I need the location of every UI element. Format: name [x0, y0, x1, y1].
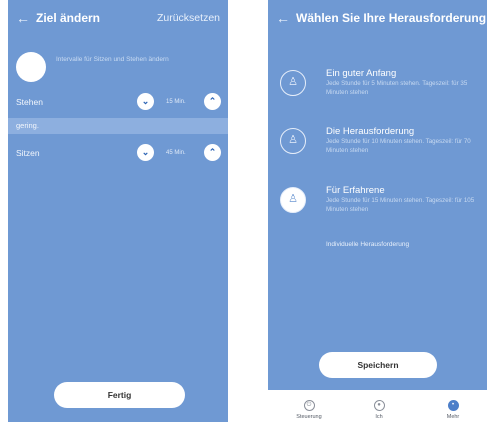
sitting-label: Sitzen [16, 148, 40, 158]
nav-label: Ich [375, 414, 383, 420]
standing-increase-chevron-up-icon[interactable]: ⌃ [204, 93, 221, 110]
standing-desk-icon: ♙ [280, 187, 306, 213]
reset-button[interactable]: Zurücksetzen [157, 12, 220, 24]
nav-label: Mehr [446, 414, 460, 420]
back-arrow-icon[interactable]: ← [276, 10, 290, 26]
standing-value: 15 Min. [166, 99, 186, 105]
option-description: Jede Stunde für 5 Minuten stehen. Tagesz… [326, 80, 468, 96]
sitting-increase-chevron-up-icon[interactable]: ⌃ [204, 144, 221, 161]
bottom-nav: ⏻ Steuerung ● Ich • Mehr [268, 390, 487, 422]
more-icon: • [447, 400, 459, 411]
option-title: Die Herausforderung [326, 126, 415, 137]
page-title: Wählen Sie Ihre Herausforderung [296, 11, 487, 25]
done-button[interactable]: Fertig [54, 382, 185, 408]
power-icon: ⏻ [303, 400, 315, 411]
option-description: Jede Stunde für 15 Minuten stehen. Tages… [326, 197, 475, 213]
save-button[interactable]: Speichern [319, 352, 437, 378]
challenge-screen: ← Wählen Sie Ihre Herausforderung ♙ Ein … [268, 0, 487, 422]
custom-challenge-link[interactable]: Individuelle Herausforderung [326, 241, 409, 248]
section-band: gering. [8, 118, 228, 134]
sitting-value: 45 Min. [166, 150, 186, 156]
option-description: Jede Stunde für 10 Minuten stehen. Tages… [326, 138, 471, 154]
standing-desk-icon: ♙ [280, 70, 306, 96]
person-icon: ● [373, 400, 385, 411]
standing-desk-icon: ♙ [280, 128, 306, 154]
nav-item-ich[interactable]: ● Ich [354, 393, 404, 420]
top-bar: ← Ziel ändern Zurücksetzen [8, 8, 228, 32]
section-label: gering. [16, 121, 39, 130]
sitting-decrease-chevron-down-icon[interactable]: ⌄ [137, 144, 154, 161]
help-text: Intervalle für Sitzen und Stehen ändern [56, 56, 169, 63]
edit-goal-screen: ← Ziel ändern Zurücksetzen Intervalle fü… [8, 0, 228, 422]
nav-item-mehr[interactable]: • Mehr [428, 393, 478, 420]
top-bar: ← Wählen Sie Ihre Herausforderung [268, 8, 487, 32]
standing-label: Stehen [16, 97, 43, 107]
avatar [16, 52, 46, 82]
option-title: Für Erfahrene [326, 185, 385, 196]
back-arrow-icon[interactable]: ← [16, 10, 30, 26]
page-title: Ziel ändern [36, 11, 101, 25]
nav-label: Steuerung [296, 414, 322, 420]
option-title: Ein guter Anfang [326, 68, 397, 79]
nav-item-steuerung[interactable]: ⏻ Steuerung [284, 393, 334, 420]
standing-decrease-chevron-down-icon[interactable]: ⌄ [137, 93, 154, 110]
